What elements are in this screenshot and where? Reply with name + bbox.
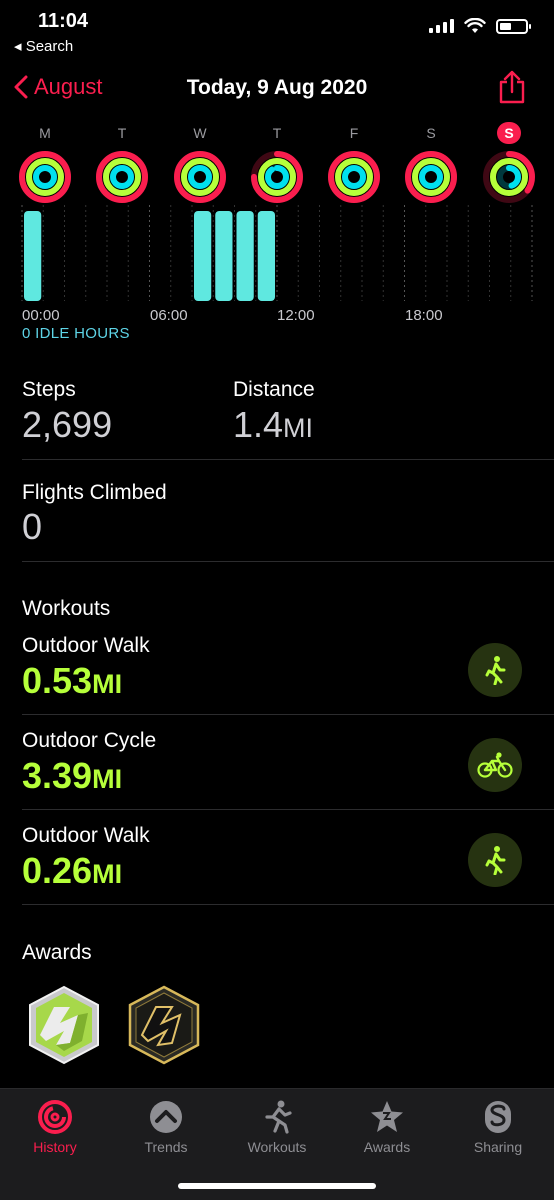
- walking-icon[interactable]: [468, 643, 522, 697]
- award-badge-icon: [128, 985, 200, 1065]
- back-to-search-link[interactable]: ◂ Search: [14, 37, 73, 55]
- navigation-bar: August Today, 9 Aug 2020: [0, 66, 554, 110]
- week-day-1[interactable]: T: [92, 122, 152, 204]
- idle-hours-text: 0 IDLE HOURS: [22, 325, 130, 342]
- hour-tick-18: 18:00: [405, 307, 443, 324]
- week-day-label: S: [426, 125, 436, 141]
- workouts-section-title: Workouts: [22, 597, 111, 620]
- star-award-icon: [371, 1101, 403, 1132]
- stand-hour-bar: [236, 211, 254, 301]
- running-figure-icon: [265, 1100, 292, 1134]
- status-icons: [429, 18, 531, 34]
- tab-awards[interactable]: Awards: [332, 1099, 442, 1155]
- activity-rings-icon: [19, 151, 71, 203]
- divider: [22, 809, 554, 810]
- tab-workouts[interactable]: Workouts: [222, 1099, 332, 1155]
- week-day-label: M: [39, 125, 51, 141]
- divider: [22, 904, 554, 905]
- tab-sharing-label: Sharing: [473, 1139, 523, 1155]
- week-day-0[interactable]: M: [15, 122, 75, 204]
- week-day-4[interactable]: F: [324, 122, 384, 204]
- gold-hexagon-badge[interactable]: [126, 985, 202, 1070]
- week-day-label: T: [272, 125, 282, 141]
- week-day-5[interactable]: S: [401, 122, 461, 204]
- week-day-6[interactable]: S: [479, 122, 539, 204]
- tab-sharing[interactable]: Sharing: [443, 1099, 553, 1155]
- workout-distance: 0.26MI: [22, 850, 123, 891]
- tab-trends[interactable]: Trends: [111, 1099, 221, 1155]
- workout-name: Outdoor Walk: [22, 634, 150, 657]
- tab-awards-label: Awards: [363, 1139, 411, 1155]
- stand-hour-bar: [24, 211, 42, 301]
- distance-unit: MI: [283, 413, 314, 443]
- week-day-label: F: [349, 125, 359, 141]
- week-day-label: W: [193, 125, 207, 141]
- steps-value: 2,699: [22, 404, 113, 445]
- workout-unit: MI: [92, 764, 123, 794]
- activity-rings-icon: [174, 151, 226, 203]
- week-day-label: S: [497, 122, 521, 144]
- share-button[interactable]: [498, 70, 526, 109]
- hour-tick-12: 12:00: [277, 307, 315, 324]
- hourly-activity-chart: 00:00 06:00 12:00 18:00 0 IDLE HOURS: [0, 205, 554, 345]
- week-day-2[interactable]: W: [170, 122, 230, 204]
- week-day-label: T: [117, 125, 127, 141]
- stand-hour-bar: [257, 211, 275, 301]
- workout-unit: MI: [92, 669, 123, 699]
- wifi-icon: [464, 18, 486, 33]
- tab-history-label: History: [33, 1139, 77, 1155]
- tab-trends-label: Trends: [144, 1139, 188, 1155]
- flights-label: Flights Climbed: [22, 481, 167, 504]
- workout-distance: 0.53MI: [22, 660, 123, 701]
- tab-workouts-label: Workouts: [247, 1139, 307, 1155]
- stand-hour-bar: [194, 211, 212, 301]
- sharing-icon: [485, 1101, 511, 1133]
- hour-tick-6: 06:00: [150, 307, 188, 324]
- trends-icon: [150, 1101, 182, 1133]
- share-icon: [499, 70, 525, 104]
- activity-rings-icon: [96, 151, 148, 203]
- workout-name: Outdoor Walk: [22, 824, 150, 847]
- walking-icon[interactable]: [468, 833, 522, 887]
- hour-tick-0: 00:00: [22, 307, 60, 324]
- activity-rings-icon: [405, 151, 457, 203]
- week-day-3[interactable]: T: [247, 122, 307, 204]
- activity-rings-icon: [483, 151, 535, 203]
- stand-hour-bar: [215, 211, 233, 301]
- workout-distance: 3.39MI: [22, 755, 123, 796]
- page-title: Today, 9 Aug 2020: [186, 76, 368, 99]
- flights-value: 0: [22, 506, 43, 547]
- activity-rings-icon: [251, 151, 303, 203]
- awards-section-title: Awards: [22, 941, 92, 964]
- green-hexagon-badge[interactable]: [26, 985, 102, 1070]
- home-indicator: [178, 1183, 376, 1189]
- distance-value: 1.4MI: [233, 404, 314, 445]
- divider: [22, 459, 554, 460]
- divider: [22, 714, 554, 715]
- workout-name: Outdoor Cycle: [22, 729, 157, 752]
- workout-unit: MI: [92, 859, 123, 889]
- distance-label: Distance: [233, 378, 315, 401]
- status-bar: 11:04 ◂ Search: [0, 0, 554, 60]
- cycling-icon[interactable]: [468, 738, 522, 792]
- battery-icon: [496, 18, 531, 34]
- award-badge-icon: [29, 985, 99, 1065]
- tab-history[interactable]: History: [0, 1099, 110, 1155]
- history-rings-icon: [38, 1100, 72, 1134]
- divider: [22, 561, 554, 562]
- status-time: 11:04: [38, 10, 89, 32]
- cellular-signal-icon: [429, 19, 454, 33]
- hourly-bars: [21, 205, 533, 301]
- steps-label: Steps: [22, 378, 76, 401]
- activity-rings-icon: [328, 151, 380, 203]
